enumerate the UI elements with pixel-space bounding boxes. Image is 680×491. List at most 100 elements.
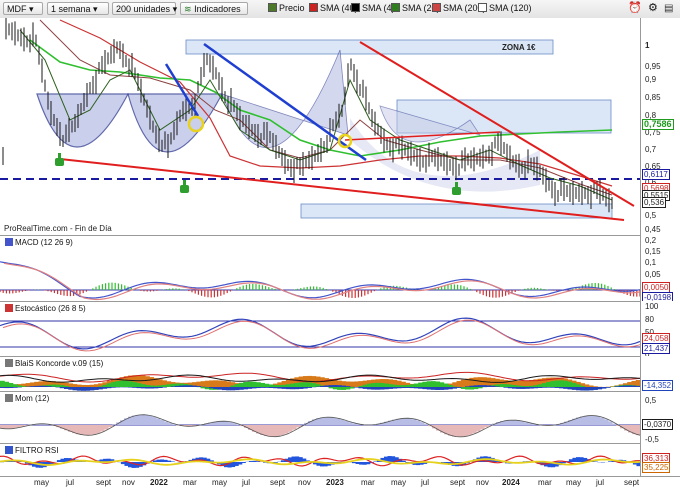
koncorde-green-area (444, 384, 449, 387)
x-tick-label: nov (122, 478, 135, 487)
koncorde-green-area (469, 387, 474, 390)
koncorde-blue-area (247, 387, 252, 389)
koncorde-green-area (277, 385, 282, 387)
momentum-area (272, 425, 277, 437)
koncorde-green-area (158, 385, 163, 387)
koncorde-blue-area (290, 387, 295, 389)
koncorde-green-area (98, 386, 103, 387)
koncorde-green-area (580, 386, 585, 387)
koncorde-green-area (405, 385, 410, 387)
koncorde-blue-area (602, 387, 607, 389)
koncorde-blue-area (282, 387, 287, 389)
koncorde-green-area (290, 384, 295, 387)
rsi-blue-area (373, 461, 377, 462)
stochastic-panel[interactable]: Estocástico (26 8 5) (0, 301, 640, 357)
momentum-area (320, 417, 325, 425)
koncorde-brown-area (469, 378, 474, 387)
momentum-area (156, 418, 161, 425)
koncorde-green-area (384, 384, 389, 387)
koncorde-axis[interactable]: -14,352 (640, 356, 680, 391)
momentum-area (592, 416, 597, 425)
koncorde-blue-area (43, 386, 48, 387)
koncorde-blue-area (145, 387, 150, 389)
momentum-area (92, 425, 97, 434)
y-tick-label: 0,95 (645, 62, 661, 71)
settings-icon[interactable]: ⚙ (648, 2, 658, 15)
koncorde-blue-area (457, 387, 462, 388)
price-tag: 0,536 (642, 197, 666, 208)
macd-axis[interactable]: 0,20,150,10,050-0,050,0050-0,0198 (640, 235, 680, 301)
rsi-panel[interactable]: FILTRO RSI (0, 443, 640, 477)
rsi-axis[interactable]: 36,31335,225 (640, 443, 680, 476)
koncorde-blue-area (401, 387, 406, 388)
koncorde-blue-area (550, 387, 555, 388)
koncorde-blue-area (491, 386, 496, 387)
rsi-blue-area (299, 457, 303, 462)
momentum-area (136, 415, 141, 425)
koncorde-blue-area (13, 387, 18, 388)
chevron-down-icon: ▾ (173, 4, 178, 14)
momentum-chart (0, 392, 640, 444)
koncorde-blue-area (606, 387, 611, 388)
koncorde-blue-area (141, 387, 146, 388)
momentum-area (472, 425, 477, 433)
koncorde-green-area (333, 387, 338, 389)
momentum-axis[interactable]: 0,50-0,5-0,0370 (640, 391, 680, 443)
price-chart[interactable] (0, 18, 640, 235)
rsi-blue-area (231, 462, 235, 467)
koncorde-blue-area (512, 387, 517, 389)
legend-item-precio[interactable]: Precio (268, 2, 305, 15)
koncorde-green-area (269, 384, 274, 387)
legend-item-sma-120[interactable]: SMA (120) (478, 2, 532, 15)
koncorde-green-area (128, 381, 133, 387)
koncorde-green-area (145, 385, 150, 387)
x-tick-label: 2023 (326, 478, 344, 487)
units-select[interactable]: 200 unidades ▾ (112, 2, 176, 15)
macd-panel[interactable]: MACD (12 26 9) (0, 235, 640, 302)
price-panel[interactable]: ZONA 1€ ProRealTime.com - Fin de Día (0, 18, 640, 235)
momentum-area (152, 417, 157, 425)
legend-color-swatch (268, 3, 277, 12)
koncorde-blue-area (533, 387, 538, 388)
indicators-icon: ≋ (184, 4, 192, 14)
legend-color-swatch (478, 3, 487, 12)
x-tick-label: sept (450, 478, 465, 487)
x-tick-label: jul (242, 478, 250, 487)
indicators-button[interactable]: ≋ Indicadores (180, 2, 248, 15)
momentum-area (324, 417, 329, 425)
momentum-area (600, 418, 605, 425)
stochastic-axis[interactable]: 100805020024,05821,437 (640, 301, 680, 356)
koncorde-panel[interactable]: BlaiS Koncorde v.09 (15) (0, 356, 640, 392)
koncorde-blue-area (542, 387, 547, 388)
koncorde-blue-area (384, 387, 389, 389)
momentum-area (80, 425, 85, 435)
koncorde-blue-area (627, 385, 632, 387)
koncorde-green-area (358, 386, 363, 387)
period-select[interactable]: 1 semana ▾ (47, 2, 109, 15)
koncorde-green-area (572, 383, 577, 387)
price-axis[interactable]: 10,950,90,850,80,750,70,650,60,550,50,45… (640, 18, 680, 235)
momentum-area (412, 419, 417, 425)
koncorde-blue-area (256, 387, 261, 388)
momentum-area (456, 425, 461, 437)
rsi-blue-area (160, 459, 164, 462)
koncorde-green-area (256, 382, 261, 387)
momentum-area (276, 425, 281, 436)
koncorde-blue-area (452, 387, 457, 389)
momentum-panel[interactable]: Mom (12) (0, 391, 640, 444)
rsi-blue-area (238, 462, 242, 465)
y-tick-label: 80 (645, 315, 654, 324)
rsi-blue-area (281, 460, 285, 462)
koncorde-blue-area (397, 387, 402, 388)
chart-menu-icon[interactable]: ▤ (664, 2, 673, 15)
koncorde-blue-area (9, 387, 14, 388)
koncorde-blue-area (619, 386, 624, 387)
koncorde-blue-area (427, 387, 432, 390)
koncorde-green-area (0, 381, 5, 387)
momentum-area (144, 415, 149, 425)
ticker-select[interactable]: MDF ▾ (3, 2, 43, 15)
momentum-area (8, 425, 13, 429)
legend-item-sma-4[interactable]: SMA (4) (351, 2, 395, 15)
x-tick-label: mar (538, 478, 552, 487)
alert-icon[interactable]: ⏰ (628, 2, 642, 15)
